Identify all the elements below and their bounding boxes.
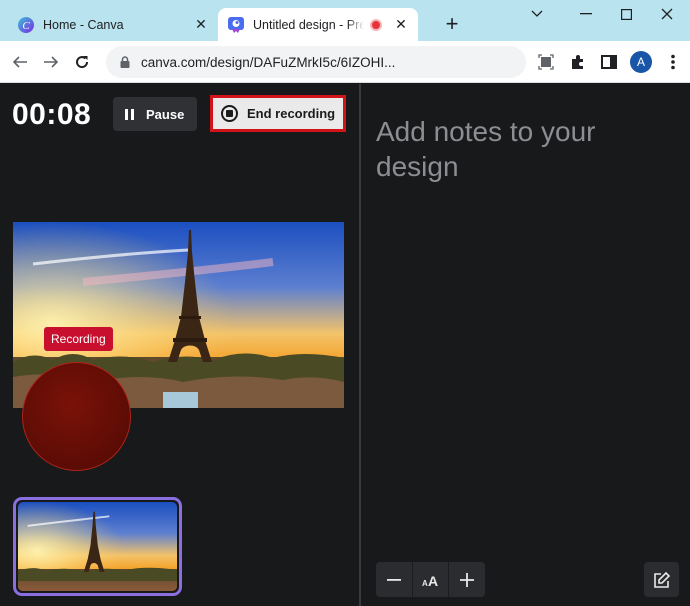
svg-text:A: A [428, 573, 438, 587]
tab-home-canva[interactable]: C Home - Canva ✕ [8, 8, 218, 41]
side-panel-icon[interactable] [598, 51, 620, 73]
screenshot-icon[interactable] [535, 51, 557, 73]
minimize-icon[interactable] [571, 4, 601, 24]
browser-tab-strip: C Home - Canva ✕ Untitled design - Prese… [0, 0, 690, 41]
notes-input[interactable]: Add notes to your design [376, 114, 676, 184]
profile-avatar[interactable]: A [630, 51, 652, 73]
tab-title: Home - Canva [43, 17, 124, 32]
font-size-button[interactable]: A A [411, 562, 449, 597]
close-tab-icon[interactable]: ✕ [392, 16, 410, 34]
pause-button[interactable]: Pause [113, 97, 197, 131]
lock-icon[interactable] [118, 55, 132, 69]
tab-title: Untitled design - Presenter [253, 17, 364, 32]
tab-presenter[interactable]: Untitled design - Presenter ✕ [218, 8, 418, 41]
back-icon[interactable] [8, 50, 32, 74]
close-tab-icon[interactable]: ✕ [192, 16, 210, 34]
edit-icon [653, 571, 670, 588]
maximize-icon[interactable] [611, 4, 641, 24]
forward-icon[interactable] [39, 50, 63, 74]
address-bar[interactable]: canva.com/design/DAFuZMrkI5c/6IZOHI... [106, 46, 526, 78]
tab-search-icon[interactable] [522, 4, 552, 24]
increase-font-button[interactable] [448, 562, 485, 597]
recording-badge: Recording [44, 327, 113, 351]
recording-indicator-icon [370, 18, 382, 31]
canva-present-icon [228, 16, 244, 33]
pause-label: Pause [146, 106, 185, 122]
presenter-left-panel: 00:08 Pause End recording Recording [0, 84, 359, 606]
edit-notes-button[interactable] [644, 562, 679, 597]
notes-panel: Add notes to your design A A [361, 84, 690, 606]
reload-icon[interactable] [70, 50, 94, 74]
canva-logo-icon: C [18, 16, 34, 33]
font-size-icon: A A [422, 573, 438, 587]
close-window-icon[interactable] [652, 4, 682, 24]
camera-preview[interactable] [22, 362, 131, 471]
pause-icon [125, 108, 134, 120]
new-tab-button[interactable]: + [440, 11, 464, 36]
extensions-icon[interactable] [567, 51, 589, 73]
decrease-font-button[interactable] [376, 562, 412, 597]
svg-text:C: C [22, 20, 30, 32]
font-size-controls: A A [376, 562, 485, 597]
stop-icon [221, 105, 238, 122]
recording-timer: 00:08 [12, 98, 92, 131]
end-recording-button[interactable]: End recording [210, 95, 346, 132]
slide-thumbnail-image [18, 502, 177, 591]
minus-icon [386, 578, 401, 581]
url-text[interactable]: canva.com/design/DAFuZMrkI5c/6IZOHI... [141, 55, 401, 70]
slide-thumbnail[interactable] [13, 497, 182, 596]
more-menu-icon[interactable] [662, 51, 684, 73]
browser-toolbar: canva.com/design/DAFuZMrkI5c/6IZOHI... A [0, 41, 690, 110]
end-recording-label: End recording [247, 106, 336, 121]
plus-icon [460, 572, 475, 587]
